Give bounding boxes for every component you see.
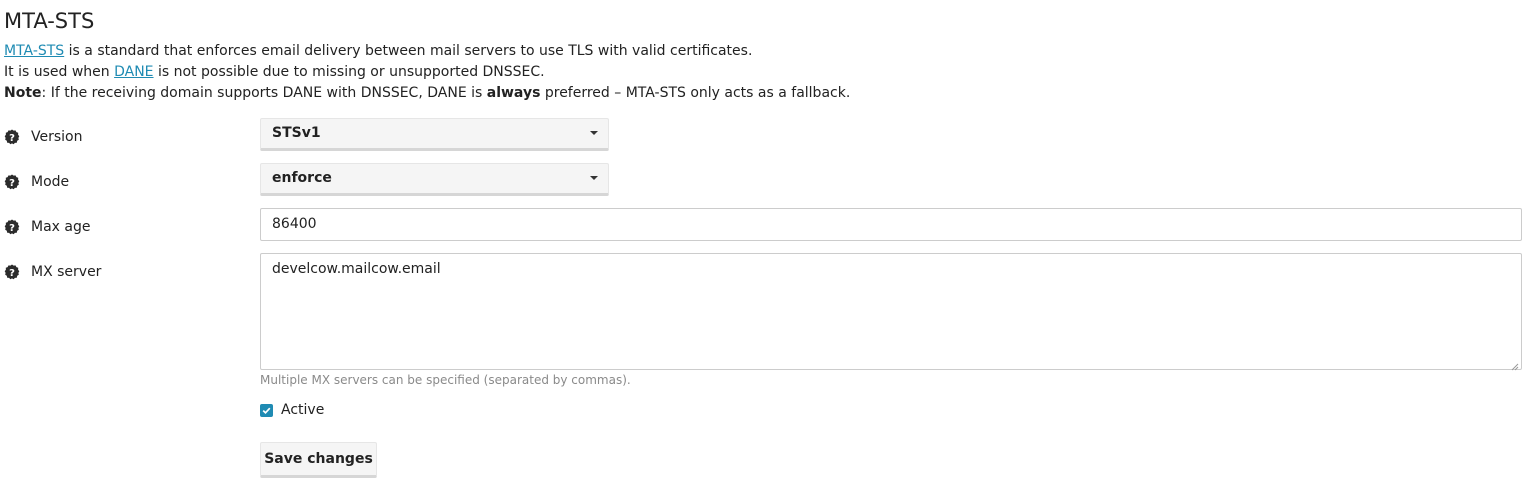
mode-select[interactable]: enforce	[260, 163, 609, 196]
note-text-a: : If the receiving domain supports DANE …	[41, 85, 487, 101]
description-line-2: It is used when DANE is not possible due…	[4, 62, 545, 83]
svg-text:?: ?	[9, 178, 15, 189]
caret-down-icon	[590, 176, 598, 180]
svg-text:?: ?	[9, 133, 15, 144]
max-age-label-row: ? Max age	[4, 217, 90, 237]
save-changes-button[interactable]: Save changes	[260, 442, 377, 478]
max-age-input[interactable]: 86400	[260, 208, 1522, 241]
mx-server-label: MX server	[31, 264, 102, 280]
active-label: Active	[281, 402, 325, 418]
note-text-b: preferred – MTA-STS only acts as a fallb…	[540, 85, 851, 101]
version-label: Version	[31, 129, 83, 145]
version-label-row: ? Version	[4, 127, 82, 147]
help-circle-icon[interactable]: ?	[4, 219, 20, 235]
mx-server-textarea[interactable]: develcow.mailcow.email	[260, 253, 1522, 371]
mx-server-value: develcow.mailcow.email	[272, 261, 441, 277]
help-circle-icon[interactable]: ?	[4, 264, 20, 280]
mode-selected-value: enforce	[272, 170, 332, 186]
page-title: MTA-STS	[4, 9, 95, 33]
active-checkbox[interactable]	[260, 403, 273, 417]
mx-server-label-row: ? MX server	[4, 262, 101, 282]
note-bold-always: always	[486, 85, 541, 101]
active-checkbox-row[interactable]: Active	[260, 400, 324, 420]
mode-label-row: ? Mode	[4, 172, 69, 192]
check-icon	[262, 407, 271, 414]
description-line-1-text: is a standard that enforces email delive…	[64, 43, 753, 59]
version-selected-value: STSv1	[272, 125, 321, 141]
description-line-2-suffix: is not possible due to missing or unsupp…	[153, 64, 545, 80]
max-age-label: Max age	[31, 219, 91, 235]
description-line-2-prefix: It is used when	[4, 64, 115, 80]
mta-sts-link[interactable]: MTA-STS	[4, 43, 64, 59]
resize-grip-icon[interactable]	[1511, 359, 1519, 371]
svg-text:?: ?	[9, 223, 15, 234]
version-select[interactable]: STSv1	[260, 118, 609, 151]
caret-down-icon	[590, 131, 598, 135]
mx-server-help-text: Multiple MX servers can be specified (se…	[260, 373, 631, 387]
dane-link[interactable]: DANE	[114, 64, 153, 80]
note-label: Note	[4, 85, 42, 101]
help-circle-icon[interactable]: ?	[4, 129, 20, 145]
mode-label: Mode	[31, 174, 70, 190]
help-circle-icon[interactable]: ?	[4, 174, 20, 190]
description-note: Note: If the receiving domain supports D…	[4, 83, 850, 104]
max-age-value: 86400	[272, 216, 317, 232]
description-line-1: MTA-STS is a standard that enforces emai…	[4, 41, 752, 62]
svg-text:?: ?	[9, 268, 15, 279]
